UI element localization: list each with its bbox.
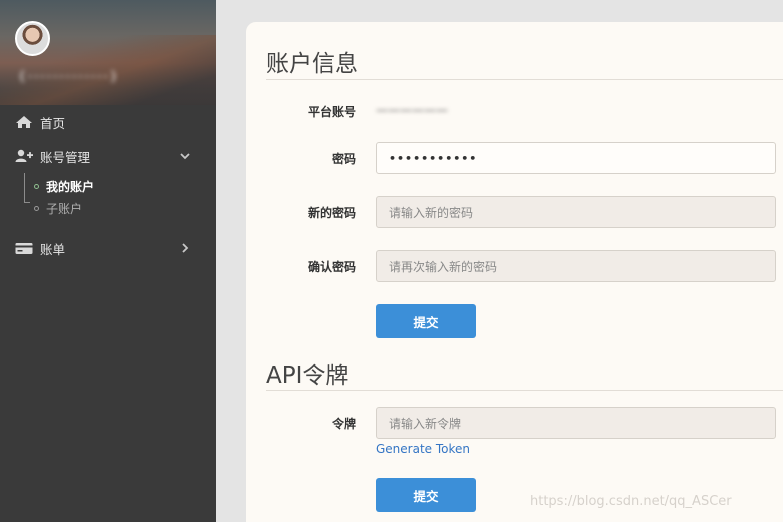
sidebar-item-label: 账单 [40, 241, 66, 257]
chevron-down-icon [180, 153, 190, 160]
account-info-title: 账户信息 [266, 51, 358, 77]
submenu-item-label: 我的账户 [46, 179, 95, 194]
bullet-icon [34, 183, 39, 189]
generate-token-link[interactable]: Generate Token [376, 442, 470, 456]
sidebar: {-------------} 首页 账号管理 我的账户 子账户 账单 [0, 0, 216, 522]
submenu-item-label: 子账户 [46, 201, 83, 216]
submenu-tree-corner [24, 202, 30, 203]
account-info-divider [266, 79, 783, 80]
new-password-field[interactable]: 请输入新的密码 [376, 196, 776, 228]
submenu-tree-line [24, 173, 25, 203]
home-icon [16, 116, 32, 128]
new-password-label: 新的密码 [307, 206, 356, 220]
sidebar-nav: 首页 账号管理 我的账户 子账户 账单 [0, 105, 216, 265]
sidebar-item-home[interactable]: 首页 [0, 105, 216, 139]
confirm-password-placeholder: 请再次输入新的密码 [389, 259, 498, 274]
new-password-placeholder: 请输入新的密码 [389, 205, 474, 220]
submenu-item-my-account[interactable]: 我的账户 [34, 175, 94, 197]
confirm-password-label: 确认密码 [307, 260, 356, 274]
username: {-------------} [18, 70, 120, 82]
avatar[interactable] [15, 21, 50, 56]
sidebar-header-banner: {-------------} [0, 0, 216, 105]
chevron-right-icon [182, 243, 189, 253]
token-submit-button[interactable]: 提交 [376, 478, 476, 512]
account-submenu: 我的账户 子账户 [0, 173, 216, 219]
token-label: 令牌 [331, 417, 356, 431]
user-plus-icon [15, 149, 33, 162]
confirm-password-field[interactable]: 请再次输入新的密码 [376, 250, 776, 282]
platform-account-value: —————— [376, 105, 448, 115]
bullet-icon [34, 205, 39, 211]
account-submit-button[interactable]: 提交 [376, 304, 476, 338]
password-field[interactable]: ••••••••••• [376, 142, 776, 174]
token-field[interactable]: 请输入新令牌 [376, 407, 776, 439]
password-label: 密码 [331, 152, 356, 166]
platform-account-label: 平台账号 [307, 105, 356, 119]
watermark: https://blog.csdn.net/qq_ASCer [530, 494, 732, 509]
credit-card-icon [15, 243, 33, 254]
sidebar-item-billing[interactable]: 账单 [0, 231, 216, 265]
main-panel: 账户信息 平台账号 —————— 密码 ••••••••••• 新的密码 请输入… [246, 22, 783, 522]
password-value: ••••••••••• [389, 151, 478, 165]
sidebar-item-label: 首页 [40, 115, 66, 131]
submenu-item-sub-account[interactable]: 子账户 [34, 197, 82, 219]
sidebar-item-account-management[interactable]: 账号管理 [0, 139, 216, 173]
api-token-title: API令牌 [266, 363, 349, 389]
api-token-divider [266, 390, 783, 391]
token-placeholder: 请输入新令牌 [389, 416, 462, 431]
sidebar-item-label: 账号管理 [40, 149, 91, 165]
